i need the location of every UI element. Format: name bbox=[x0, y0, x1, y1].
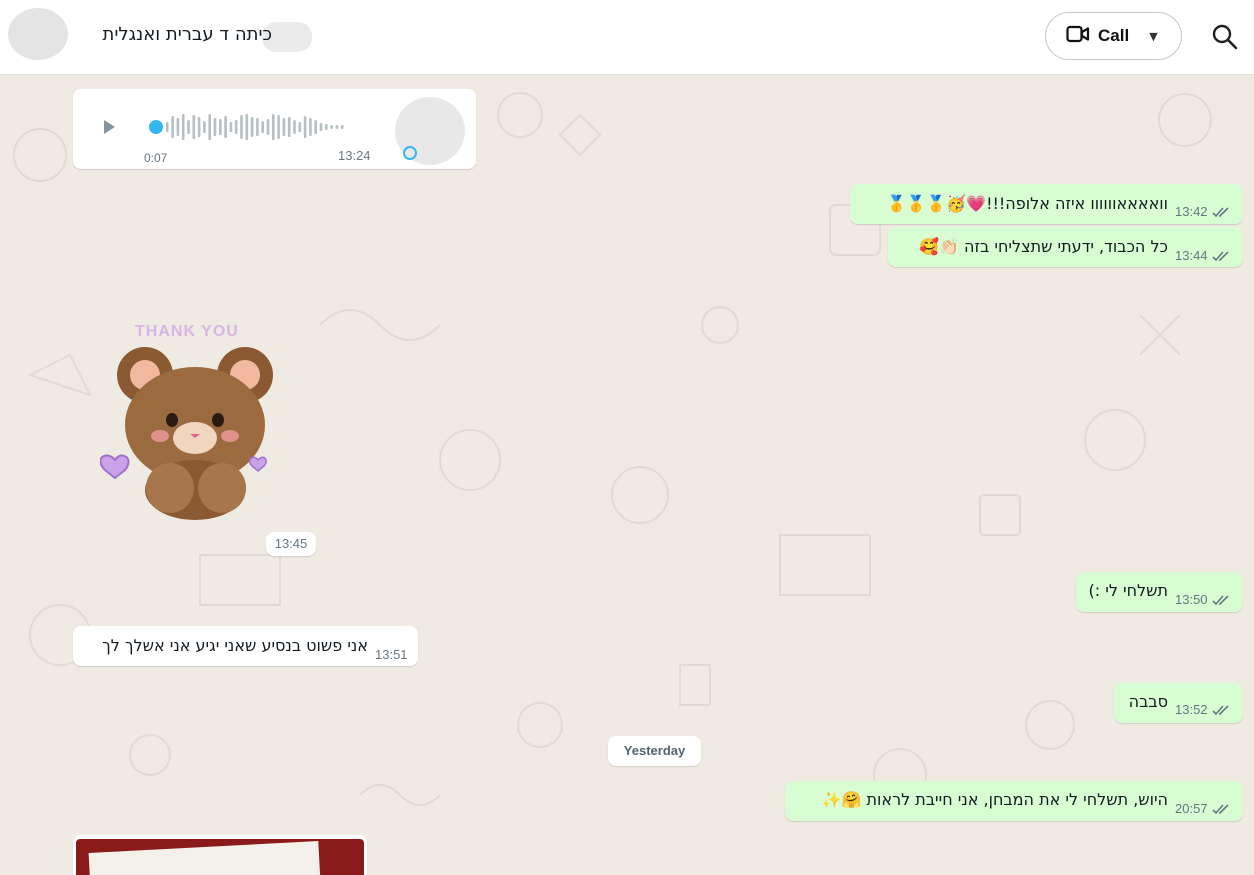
outgoing-message[interactable]: היוש, תשלחי לי את המבחן, אני חייבת לראות… bbox=[785, 781, 1243, 821]
message-time: 20:57 bbox=[1175, 801, 1208, 816]
search-icon bbox=[1212, 24, 1238, 50]
incoming-message[interactable]: אני פשוט בנסיע שאני יגיע אני אשלך לך 13:… bbox=[73, 626, 418, 666]
outgoing-message[interactable]: כל הכבוד, ידעתי שתצליחי בזה 👏🏻🥰 13:44 bbox=[888, 227, 1243, 267]
message-time: 13:52 bbox=[1175, 702, 1208, 717]
bear-illustration bbox=[100, 347, 273, 520]
message-time: 13:50 bbox=[1175, 592, 1208, 607]
image-message[interactable] bbox=[73, 835, 367, 875]
read-receipt-icon bbox=[1212, 207, 1229, 218]
voice-message[interactable]: 0:07 13:24 bbox=[73, 89, 476, 169]
search-button[interactable] bbox=[1210, 22, 1240, 52]
call-label: Call bbox=[1098, 26, 1130, 45]
message-time: 13:44 bbox=[1175, 248, 1208, 263]
voice-waveform bbox=[149, 114, 344, 140]
read-receipt-icon bbox=[1212, 251, 1229, 262]
call-button[interactable]: Call ▼ bbox=[1045, 12, 1182, 60]
video-camera-icon bbox=[1066, 25, 1090, 47]
chat-title[interactable]: כיתה ד עברית ואנגלית bbox=[82, 24, 272, 45]
message-text: כל הכבוד, ידעתי שתצליחי בזה 👏🏻🥰 bbox=[919, 237, 1168, 256]
play-icon[interactable] bbox=[102, 119, 116, 139]
read-receipt-icon bbox=[1212, 595, 1229, 606]
sticker-caption: THANK YOU bbox=[135, 323, 239, 340]
avatar[interactable] bbox=[8, 8, 68, 60]
message-text: סבבה bbox=[1128, 692, 1168, 711]
message-time: 13:24 bbox=[338, 148, 371, 163]
message-text: וואאאאוווווו איזה אלופה!!!💗🥳🥇🥇🥇 bbox=[886, 194, 1168, 213]
message-time: 13:42 bbox=[1175, 204, 1208, 219]
date-divider: Yesterday bbox=[608, 736, 701, 766]
read-receipt-icon bbox=[1212, 804, 1229, 815]
message-text: אני פשוט בנסיע שאני יגיע אני אשלך לך bbox=[102, 636, 368, 655]
mic-icon bbox=[403, 145, 417, 164]
paper-photo bbox=[88, 841, 322, 875]
sticker-time: 13:45 bbox=[266, 532, 316, 556]
caret-down-icon[interactable]: ▼ bbox=[1149, 30, 1157, 43]
voice-duration: 0:07 bbox=[144, 151, 168, 165]
thank-you-sticker[interactable]: THANK YOU bbox=[100, 320, 280, 520]
outgoing-message[interactable]: תשלחי לי :) 13:50 bbox=[1076, 572, 1243, 612]
chat-header: כיתה ד עברית ואנגלית Call ▼ bbox=[0, 0, 1254, 75]
outgoing-message[interactable]: וואאאאוווווו איזה אלופה!!!💗🥳🥇🥇🥇 13:42 bbox=[850, 184, 1243, 224]
read-receipt-icon bbox=[1212, 705, 1229, 716]
message-time: 13:51 bbox=[375, 647, 408, 662]
message-text: היוש, תשלחי לי את המבחן, אני חייבת לראות… bbox=[821, 790, 1168, 809]
message-text: תשלחי לי :) bbox=[1088, 581, 1168, 600]
image-thumbnail[interactable] bbox=[76, 839, 364, 875]
outgoing-message[interactable]: סבבה 13:52 bbox=[1114, 683, 1243, 723]
message-list[interactable]: 0:07 13:24 וואאאאוווווו איזה אלופה!!!💗🥳🥇… bbox=[0, 75, 1254, 875]
